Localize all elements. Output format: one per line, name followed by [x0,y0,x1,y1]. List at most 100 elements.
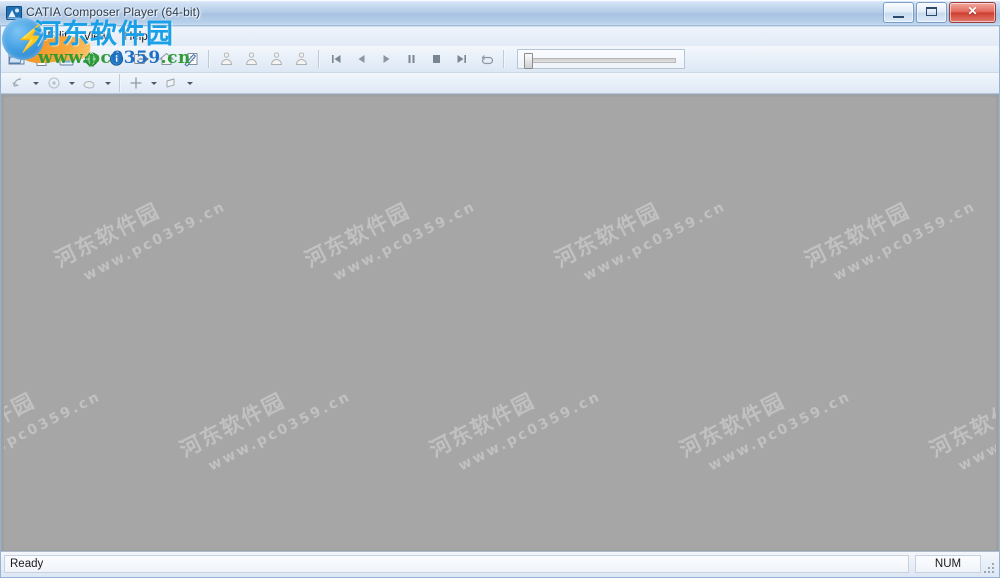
application-window: CATIA Composer Player (64-bit) ✕ File Ed… [0,0,1000,578]
watermark-cn: 河东软件园 [49,547,219,550]
watermark-cn: 河东软件园 [550,198,665,272]
previous-icon [358,55,365,63]
notepad-pen-icon [184,53,198,67]
notes-button[interactable] [179,47,204,71]
pause-icon [408,55,415,63]
zoom-tool-button[interactable] [43,73,65,93]
play-icon [383,55,390,63]
loop-button[interactable] [474,47,499,71]
home-view-button[interactable] [154,47,179,71]
resize-grip[interactable] [983,561,996,574]
stop-icon [433,55,440,63]
zoom-target-icon [48,77,60,89]
viewport-3d[interactable]: 河东软件园 www.pc0359.cn 河东软件园 www.pc0359.cn 河东… [4,97,996,550]
camera-view-icon [221,52,232,65]
pan-tool-dropdown[interactable] [147,73,161,93]
info-icon [109,52,124,66]
viewport-container: 河东软件园 www.pc0359.cn 河东软件园 www.pc0359.cn 河东… [1,94,999,551]
chevron-down-icon [151,81,157,85]
skip-start-icon [332,55,341,63]
section-tool-button[interactable] [161,73,183,93]
open-file-button[interactable] [4,47,29,71]
window-title: CATIA Composer Player (64-bit) [26,5,201,19]
maximize-button[interactable] [916,2,947,23]
orbit-tool-button[interactable] [7,73,29,93]
watermark-cn: 河东软件园 [925,388,996,462]
minimize-icon [893,16,904,18]
toolbar-separator-1 [208,50,210,68]
render-mode-button[interactable] [79,73,101,93]
status-message: Ready [4,555,909,573]
watermark-cn: 河东软件园 [799,547,969,550]
menu-item-file[interactable]: File [5,29,40,45]
skip-to-end-button[interactable] [449,47,474,71]
watermark-url: www.pc0359.cn [705,388,854,475]
chevron-down-icon [187,81,193,85]
viewport-3-button[interactable] [264,47,289,71]
menu-item-view[interactable]: View [75,29,116,45]
menu-item-edit[interactable]: Edit [40,29,76,45]
watermark-cn: 河东软件园 [549,547,719,550]
main-toolbar [1,46,999,73]
zoom-tool-dropdown[interactable] [65,73,79,93]
close-button[interactable]: ✕ [949,2,996,23]
print-button[interactable] [29,47,54,71]
minimize-button[interactable] [883,2,914,23]
viewport-4-button[interactable] [289,47,314,71]
status-bar: Ready NUM [1,551,999,577]
watermark-cn: 河东软件园 [800,198,915,272]
publish-button[interactable] [54,47,79,71]
close-icon: ✕ [967,4,978,18]
play-button[interactable] [374,47,399,71]
export-arrow-icon [134,54,149,64]
camera-view-icon [296,52,307,65]
globe-button[interactable] [79,47,104,71]
viewport-2-button[interactable] [239,47,264,71]
watermark-url: www.pc0359.cn [330,198,479,285]
timeline-slider[interactable] [517,49,685,69]
orbit-tool-dropdown[interactable] [29,73,43,93]
watermark-cn: 河东软件园 [299,547,469,550]
secondary-toolbar [1,73,999,94]
watermark-layer: 河东软件园 www.pc0359.cn 河东软件园 www.pc0359.cn 河东… [4,97,996,550]
globe-icon [84,52,99,66]
toolbar-separator-2 [318,50,320,68]
menu-item-help[interactable]: Help [116,29,156,45]
watermark-cn: 河东软件园 [300,198,415,272]
timeline-slider-track [526,58,676,63]
open-folder-icon [8,53,25,65]
chevron-down-icon [69,81,75,85]
render-mode-dropdown[interactable] [101,73,115,93]
menu-bar: File Edit View Help [1,27,999,46]
info-button[interactable] [104,47,129,71]
watermark-cn: 河东软件园 [175,388,290,462]
previous-button[interactable] [349,47,374,71]
watermark-url: www.pc0359.cn [4,388,104,475]
skip-end-icon [457,55,466,63]
viewport-1-button[interactable] [214,47,239,71]
pause-button[interactable] [399,47,424,71]
stop-button[interactable] [424,47,449,71]
section-tool-dropdown[interactable] [183,73,197,93]
loop-icon [481,55,493,65]
watermark-cn: 河东软件园 [425,388,540,462]
watermark-cn: 河东软件园 [50,198,165,272]
pan-tool-button[interactable] [125,73,147,93]
timeline-slider-thumb[interactable] [524,53,533,69]
watermark-url: www.pc0359.cn [80,198,229,285]
window-controls: ✕ [883,2,996,23]
orbit-icon [12,78,22,87]
watermark-cn: 河东软件园 [675,388,790,462]
watermark-cn: 河东软件园 [4,388,40,462]
home-icon [158,52,175,65]
watermark-url: www.pc0359.cn [205,388,354,475]
title-bar[interactable]: CATIA Composer Player (64-bit) ✕ [0,0,1000,26]
export-button[interactable] [129,47,154,71]
chevron-down-icon [105,81,111,85]
move-cross-icon [130,77,142,89]
camera-view-icon [271,52,282,65]
toolbar2-separator-1 [119,74,121,92]
skip-to-start-button[interactable] [324,47,349,71]
watermark-url: www.pc0359.cn [580,198,729,285]
render-mode-icon [83,80,95,89]
